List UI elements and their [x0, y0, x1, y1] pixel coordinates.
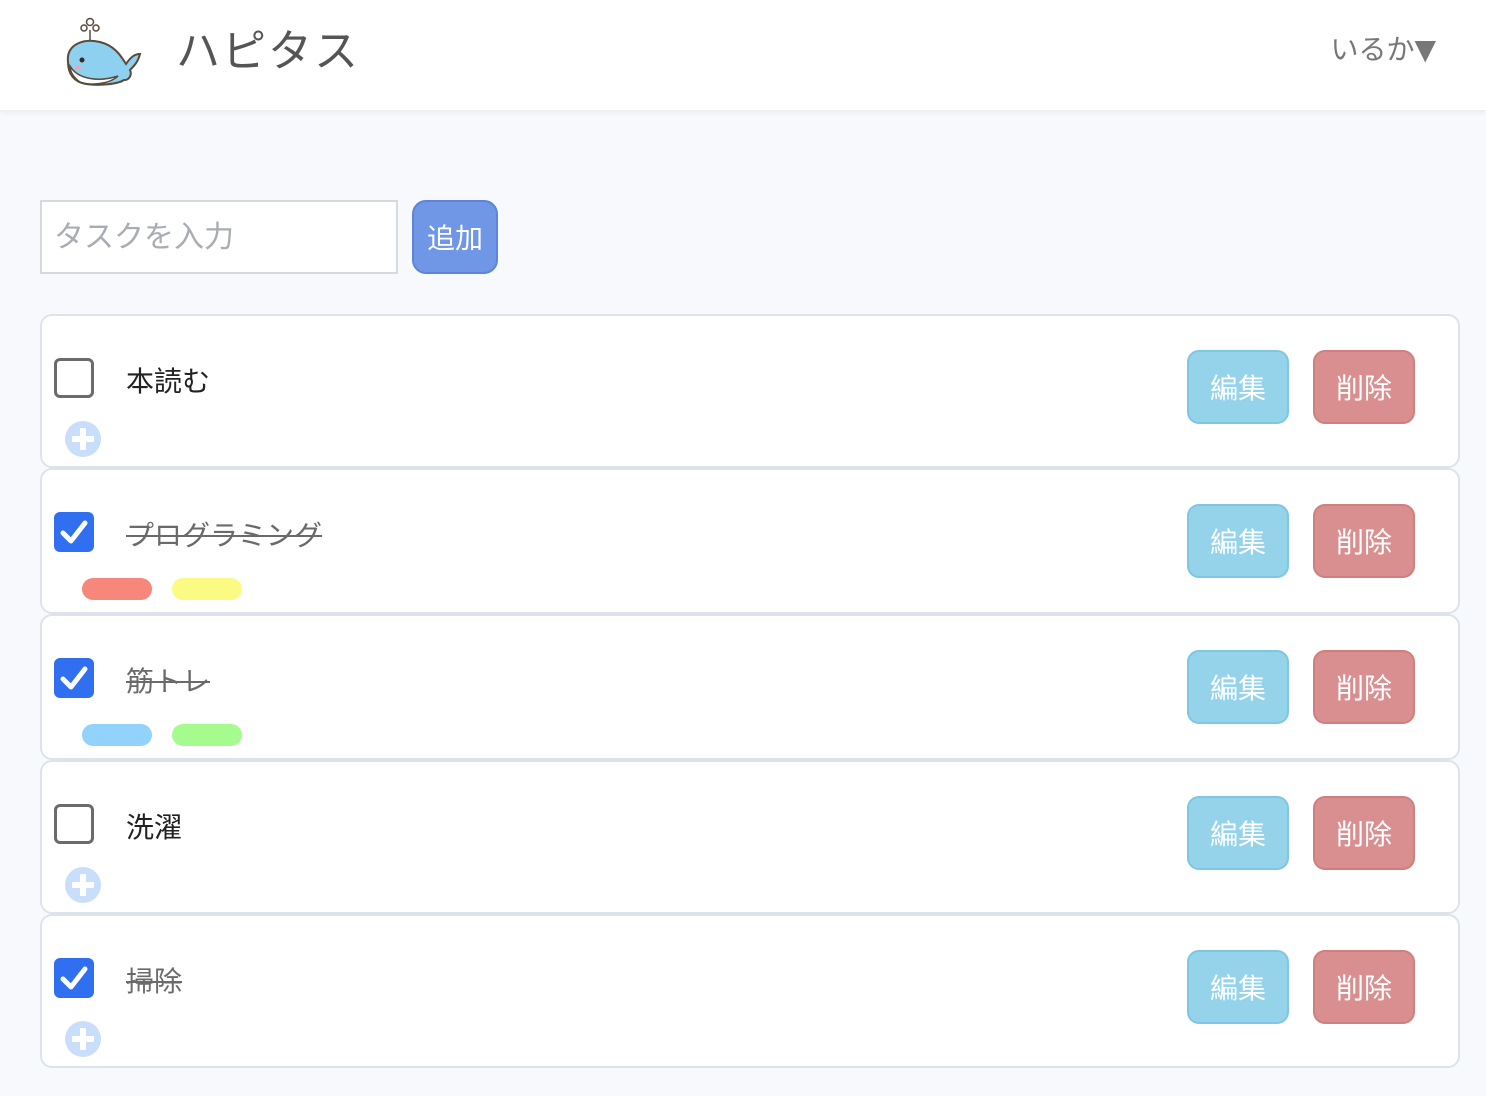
task-checkbox[interactable]	[54, 658, 94, 698]
edit-button[interactable]: 編集	[1187, 650, 1289, 724]
delete-button[interactable]: 削除	[1313, 650, 1415, 724]
app-title: ハピタス	[176, 26, 360, 77]
tag-yellow[interactable]	[172, 578, 242, 600]
task-item: 洗濯 編集 削除	[40, 760, 1460, 914]
task-item: プログラミング 編集 削除	[40, 468, 1460, 614]
delete-button[interactable]: 削除	[1313, 350, 1415, 424]
plus-circle-icon[interactable]	[64, 420, 102, 458]
user-menu-dropdown[interactable]: いるか▼	[1330, 30, 1436, 70]
task-input[interactable]	[40, 200, 398, 274]
task-title: 本読む	[126, 365, 211, 398]
task-checkbox[interactable]	[54, 804, 94, 844]
delete-button[interactable]: 削除	[1313, 950, 1415, 1024]
plus-circle-icon[interactable]	[64, 1020, 102, 1058]
tag-red[interactable]	[82, 578, 152, 600]
checkmark-icon	[60, 520, 88, 544]
edit-button[interactable]: 編集	[1187, 950, 1289, 1024]
task-title: 掃除	[126, 965, 183, 998]
plus-circle-icon[interactable]	[64, 866, 102, 904]
tag-green[interactable]	[172, 724, 242, 746]
task-item: 掃除 編集 削除	[40, 914, 1460, 1068]
app-header: ハピタス いるか▼	[0, 0, 1486, 110]
edit-button[interactable]: 編集	[1187, 504, 1289, 578]
task-item: 本読む 編集 削除	[40, 314, 1460, 468]
task-title: 洗濯	[126, 811, 183, 844]
task-title: 筋トレ	[126, 665, 211, 698]
checkmark-icon	[60, 666, 88, 690]
delete-button[interactable]: 削除	[1313, 796, 1415, 870]
delete-button[interactable]: 削除	[1313, 504, 1415, 578]
task-checkbox[interactable]	[54, 958, 94, 998]
whale-logo-icon	[60, 14, 144, 90]
edit-button[interactable]: 編集	[1187, 796, 1289, 870]
checkmark-icon	[60, 966, 88, 990]
add-task-button[interactable]: 追加	[412, 200, 498, 274]
task-item: 筋トレ 編集 削除	[40, 614, 1460, 760]
task-title: プログラミング	[126, 519, 323, 552]
task-checkbox[interactable]	[54, 512, 94, 552]
tag-blue[interactable]	[82, 724, 152, 746]
edit-button[interactable]: 編集	[1187, 350, 1289, 424]
task-checkbox[interactable]	[54, 358, 94, 398]
